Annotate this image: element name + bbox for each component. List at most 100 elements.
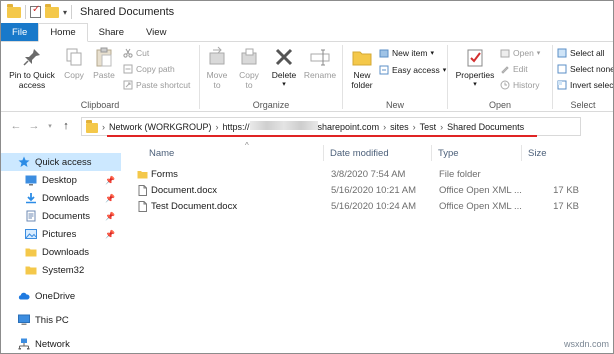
scissors-icon — [123, 48, 133, 58]
column-divider[interactable] — [323, 145, 324, 161]
easy-access-label: Easy access — [392, 65, 440, 75]
file-date: 5/16/2020 10:21 AM — [331, 185, 417, 196]
file-type: Office Open XML ... — [439, 201, 522, 212]
invert-selection-label: Invert selecti — [570, 80, 613, 90]
new-folder-icon[interactable] — [45, 3, 59, 18]
tab-share[interactable]: Share — [88, 23, 135, 41]
new-item-button[interactable]: New item ▾ — [379, 48, 434, 58]
title-bar: ▾ Shared Documents — [1, 1, 613, 23]
cut-label: Cut — [136, 48, 150, 58]
easy-access-button[interactable]: Easy access ▾ — [379, 65, 446, 75]
tab-view[interactable]: View — [135, 23, 177, 41]
chevron-down-icon: ▾ — [473, 81, 477, 88]
nav-item-pictures[interactable]: Pictures 📌 — [1, 225, 121, 243]
file-name: Test Document.docx — [151, 201, 238, 212]
recent-locations-chevron-icon[interactable]: ▾ — [43, 122, 57, 130]
column-divider[interactable] — [521, 145, 522, 161]
chevron-down-icon: ▾ — [282, 81, 286, 88]
nav-item-downloads[interactable]: Downloads 📌 — [1, 189, 121, 207]
move-to-icon — [206, 46, 228, 68]
breadcrumb-chevron-icon[interactable]: › — [216, 122, 219, 132]
select-none-icon — [557, 64, 567, 74]
paste-shortcut-button[interactable]: Paste shortcut — [123, 80, 190, 90]
table-row[interactable]: Forms 3/8/2020 7:54 AM File folder — [129, 167, 613, 183]
clipboard-icon — [93, 46, 115, 68]
nav-item-desktop[interactable]: Desktop 📌 — [1, 171, 121, 189]
file-type: Office Open XML ... — [439, 185, 522, 196]
folder-icon[interactable] — [7, 3, 21, 18]
breadcrumb-chevron-icon[interactable]: › — [102, 122, 105, 132]
pin-icon[interactable]: 📌 — [105, 176, 115, 185]
nav-item-quick-access[interactable]: Quick access — [1, 153, 121, 171]
column-header-date[interactable]: Date modified — [330, 143, 389, 163]
select-none-button[interactable]: Select none — [557, 64, 613, 74]
select-all-button[interactable]: Select all — [557, 48, 605, 58]
open-button[interactable]: Open ▾ — [500, 48, 540, 58]
back-arrow-icon[interactable]: ← — [9, 120, 23, 132]
customize-toolbar-icon[interactable]: ▾ — [63, 8, 67, 17]
invert-selection-button[interactable]: Invert selecti — [557, 80, 613, 90]
nav-item-network[interactable]: Network — [1, 335, 121, 353]
chevron-down-icon: ▾ — [536, 50, 541, 57]
move-to-button[interactable]: Move to — [202, 46, 232, 90]
desktop-icon — [25, 174, 37, 186]
cut-button[interactable]: Cut — [123, 48, 149, 58]
breadcrumb-shared-documents[interactable]: Shared Documents — [447, 122, 524, 132]
folder-icon — [25, 246, 37, 258]
delete-button[interactable]: Delete ▾ — [268, 46, 300, 90]
copy-button[interactable]: Copy — [59, 46, 89, 80]
properties-button[interactable]: Properties ▾ — [452, 46, 498, 90]
history-button[interactable]: History — [500, 80, 539, 90]
breadcrumb-network[interactable]: Network (WORKGROUP) — [109, 122, 212, 132]
breadcrumb-chevron-icon[interactable]: › — [440, 122, 443, 132]
column-header-size[interactable]: Size — [528, 143, 546, 163]
nav-item-label: Downloads — [42, 246, 89, 258]
tab-home[interactable]: Home — [38, 23, 88, 42]
copy-path-button[interactable]: Copy path — [123, 64, 175, 74]
document-icon — [137, 185, 148, 196]
nav-item-downloads-folder[interactable]: Downloads — [1, 243, 121, 261]
edit-icon — [500, 64, 510, 74]
easy-access-icon — [379, 65, 389, 75]
forward-arrow-icon[interactable]: → — [27, 120, 41, 132]
computer-icon — [18, 314, 30, 326]
copy-path-label: Copy path — [136, 64, 175, 74]
new-folder-label-line2: folder — [351, 80, 373, 90]
column-divider[interactable] — [431, 145, 432, 161]
breadcrumb-host[interactable]: https:// sharepoint.com — [223, 121, 379, 132]
properties-icon[interactable] — [30, 4, 41, 18]
properties-label: Properties — [455, 70, 495, 80]
select-all-icon — [557, 48, 567, 58]
pin-to-quick-access-button[interactable]: Pin to Quick access — [5, 46, 59, 90]
column-header-name[interactable]: Name ^ — [149, 141, 249, 163]
nav-item-documents[interactable]: Documents 📌 — [1, 207, 121, 225]
edit-button[interactable]: Edit — [500, 64, 528, 74]
column-header-type[interactable]: Type — [438, 143, 459, 163]
breadcrumb-sites[interactable]: sites — [390, 122, 409, 132]
nav-item-onedrive[interactable]: OneDrive — [1, 287, 121, 305]
new-item-icon — [379, 48, 389, 58]
organize-group: Move to Copy to Delete ▾ Rename Organize — [200, 42, 342, 112]
table-row[interactable]: Document.docx 5/16/2020 10:21 AM Office … — [129, 183, 613, 199]
rename-button[interactable]: Rename — [302, 46, 338, 80]
breadcrumb-test[interactable]: Test — [420, 122, 437, 132]
breadcrumb-chevron-icon[interactable]: › — [413, 122, 416, 132]
pin-icon[interactable]: 📌 — [105, 194, 115, 203]
pin-icon[interactable]: 📌 — [105, 230, 115, 239]
address-bar[interactable]: › Network (WORKGROUP) › https:// sharepoi… — [81, 117, 581, 136]
pin-icon[interactable]: 📌 — [105, 212, 115, 221]
table-row[interactable]: Test Document.docx 5/16/2020 10:24 AM Of… — [129, 199, 613, 215]
breadcrumb-chevron-icon[interactable]: › — [383, 122, 386, 132]
nav-item-system32[interactable]: System32 — [1, 261, 121, 279]
column-header-label: Name — [149, 147, 175, 159]
new-folder-button[interactable]: New folder — [345, 46, 379, 90]
nav-item-label: Downloads — [42, 192, 89, 204]
paste-button[interactable]: Paste — [89, 46, 119, 80]
nav-item-label: Quick access — [35, 156, 92, 168]
organize-group-label: Organize — [252, 100, 290, 110]
up-arrow-icon[interactable]: ↑ — [59, 120, 73, 132]
tab-file[interactable]: File — [1, 23, 39, 41]
copy-to-button[interactable]: Copy to — [234, 46, 264, 90]
nav-item-this-pc[interactable]: This PC — [1, 311, 121, 329]
history-label: History — [513, 80, 540, 90]
